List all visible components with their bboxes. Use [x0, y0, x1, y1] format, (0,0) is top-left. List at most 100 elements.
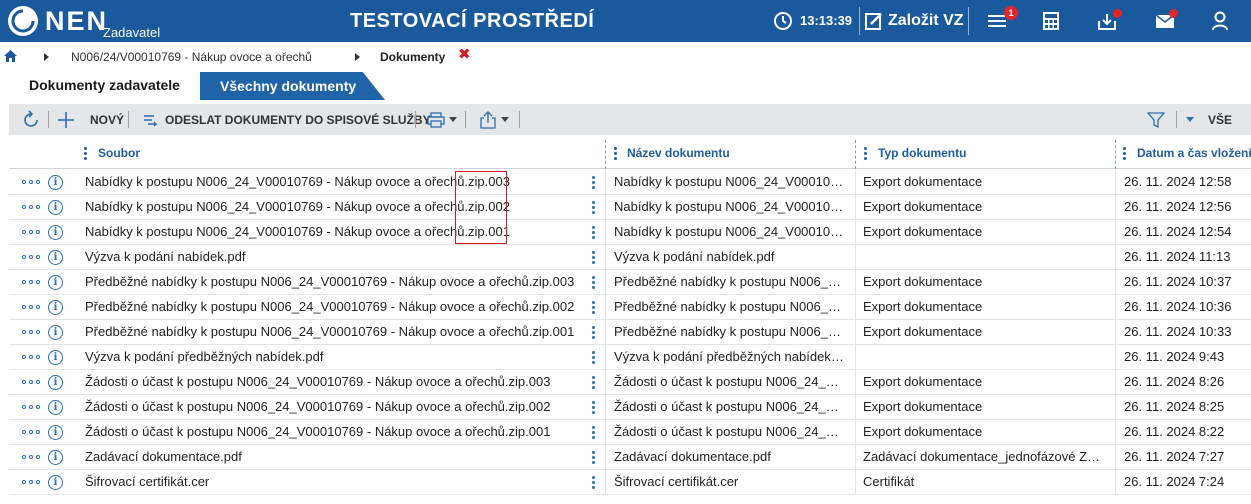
- info-icon[interactable]: i: [48, 275, 63, 290]
- column-header-nazev[interactable]: Název dokumentu: [627, 140, 852, 169]
- cell-file[interactable]: Výzva k podání nabídek.pdf: [85, 245, 585, 269]
- kebab-menu-icon[interactable]: [592, 226, 595, 239]
- tab-bar: Dokumenty zadavatele Všechny dokumenty: [0, 70, 1251, 100]
- info-icon[interactable]: i: [48, 475, 63, 490]
- row-actions-icon[interactable]: [22, 380, 40, 385]
- row-actions-icon[interactable]: [22, 330, 40, 335]
- row-actions-icon[interactable]: [22, 455, 40, 460]
- cell-file[interactable]: Šifrovací certifikát.cer: [85, 470, 585, 494]
- create-contract-button[interactable]: Založit VZ: [888, 0, 964, 42]
- cell-name: Žádosti o účast k postupu N006_24_V00010…: [614, 424, 846, 439]
- table-row[interactable]: i Předběžné nabídky k postupu N006_24_V00…: [9, 295, 1251, 320]
- kebab-menu-icon[interactable]: [592, 376, 595, 389]
- kebab-menu-icon[interactable]: [592, 276, 595, 289]
- export-menu-button[interactable]: [479, 104, 509, 135]
- row-actions-icon[interactable]: [22, 255, 40, 260]
- logo-text[interactable]: NEN: [45, 6, 108, 36]
- tab-vsechny-dokumenty[interactable]: Všechny dokumenty: [200, 72, 385, 100]
- info-icon[interactable]: i: [48, 325, 63, 340]
- cell-file[interactable]: Nabídky k postupu N006_24_V00010769 - Ná…: [85, 195, 585, 219]
- cell-file[interactable]: Výzva k podání předběžných nabídek.pdf: [85, 345, 585, 369]
- breadcrumb-link-contract[interactable]: N006/24/V00010769 - Nákup ovoce a ořechů: [71, 50, 312, 64]
- filter-value[interactable]: VŠE: [1208, 104, 1232, 135]
- user-icon[interactable]: [1211, 11, 1229, 36]
- cell-file[interactable]: Předběžné nabídky k postupu N006_24_V000…: [85, 320, 585, 344]
- info-icon[interactable]: i: [48, 375, 63, 390]
- kebab-menu-icon[interactable]: [592, 351, 595, 364]
- column-menu-icon[interactable]: [864, 147, 867, 161]
- info-icon[interactable]: i: [48, 250, 63, 265]
- info-icon[interactable]: i: [48, 225, 63, 240]
- close-icon[interactable]: ✖: [458, 47, 471, 62]
- plus-icon[interactable]: [57, 104, 75, 135]
- send-to-archive-button[interactable]: ODESLAT DOKUMENTY DO SPISOVÉ SLUŽBY: [165, 104, 431, 135]
- row-actions-icon[interactable]: [22, 180, 40, 185]
- row-actions-icon[interactable]: [22, 230, 40, 235]
- column-header-soubor[interactable]: Soubor: [98, 140, 598, 169]
- row-actions-icon[interactable]: [22, 480, 40, 485]
- row-actions-icon[interactable]: [22, 305, 40, 310]
- info-icon[interactable]: i: [48, 450, 63, 465]
- refresh-icon[interactable]: [21, 104, 41, 135]
- home-icon[interactable]: [4, 50, 17, 65]
- kebab-menu-icon[interactable]: [592, 326, 595, 339]
- info-icon[interactable]: i: [48, 350, 63, 365]
- kebab-menu-icon[interactable]: [592, 426, 595, 439]
- cell-file[interactable]: Nabídky k postupu N006_24_V00010769 - Ná…: [85, 170, 585, 194]
- filter-select[interactable]: [1186, 104, 1194, 135]
- column-menu-icon[interactable]: [84, 147, 87, 161]
- column-divider[interactable]: [605, 140, 606, 169]
- calculator-icon[interactable]: [1042, 11, 1060, 36]
- new-button[interactable]: NOVÝ: [90, 104, 124, 135]
- filter-icon[interactable]: [1147, 104, 1165, 135]
- table-row[interactable]: i Nabídky k postupu N006_24_V00010769 - N…: [9, 170, 1251, 195]
- row-actions-icon[interactable]: [22, 280, 40, 285]
- table-row[interactable]: i Šifrovací certifikát.cer Šifrovací certi…: [9, 470, 1251, 495]
- row-actions-icon[interactable]: [22, 355, 40, 360]
- table-row[interactable]: i Předběžné nabídky k postupu N006_24_V00…: [9, 320, 1251, 345]
- info-icon[interactable]: i: [48, 300, 63, 315]
- table-row[interactable]: i Žádosti o účast k postupu N006_24_V0001…: [9, 370, 1251, 395]
- row-actions-icon[interactable]: [22, 205, 40, 210]
- table-row[interactable]: i Nabídky k postupu N006_24_V00010769 - N…: [9, 220, 1251, 245]
- cell-file[interactable]: Zadávací dokumentace.pdf: [85, 445, 585, 469]
- info-icon[interactable]: i: [48, 400, 63, 415]
- logo-icon[interactable]: [8, 6, 38, 36]
- kebab-menu-icon[interactable]: [592, 176, 595, 189]
- row-actions-icon[interactable]: [22, 405, 40, 410]
- print-menu-button[interactable]: [427, 104, 457, 135]
- cell-file[interactable]: Předběžné nabídky k postupu N006_24_V000…: [85, 270, 585, 294]
- table-row[interactable]: i Výzva k podání předběžných nabídek.pdf V…: [9, 345, 1251, 370]
- column-divider[interactable]: [855, 140, 856, 169]
- table-row[interactable]: i Předběžné nabídky k postupu N006_24_V00…: [9, 270, 1251, 295]
- kebab-menu-icon[interactable]: [592, 201, 595, 214]
- column-menu-icon[interactable]: [614, 147, 617, 161]
- cell-file[interactable]: Nabídky k postupu N006_24_V00010769 - Ná…: [85, 220, 585, 244]
- table-row[interactable]: i Výzva k podání nabídek.pdf Výzva k podán…: [9, 245, 1251, 270]
- tab-dokumenty-zadavatele[interactable]: Dokumenty zadavatele: [13, 70, 196, 100]
- column-divider[interactable]: [1115, 140, 1116, 169]
- cell-file[interactable]: Žádosti o účast k postupu N006_24_V00010…: [85, 395, 585, 419]
- kebab-menu-icon[interactable]: [592, 251, 595, 264]
- notification-badge[interactable]: 1: [1004, 6, 1018, 20]
- kebab-menu-icon[interactable]: [592, 451, 595, 464]
- cell-file[interactable]: Žádosti o účast k postupu N006_24_V00010…: [85, 370, 585, 394]
- table-row[interactable]: i Žádosti o účast k postupu N006_24_V0001…: [9, 395, 1251, 420]
- row-actions-icon[interactable]: [22, 430, 40, 435]
- cell-file[interactable]: Žádosti o účast k postupu N006_24_V00010…: [85, 420, 585, 444]
- table-row[interactable]: i Žádosti o účast k postupu N006_24_V0001…: [9, 420, 1251, 445]
- cell-file[interactable]: Předběžné nabídky k postupu N006_24_V000…: [85, 295, 585, 319]
- info-icon[interactable]: i: [48, 175, 63, 190]
- kebab-menu-icon[interactable]: [592, 301, 595, 314]
- table-row[interactable]: i Zadávací dokumentace.pdf Zadávací dokume…: [9, 445, 1251, 470]
- edit-icon[interactable]: [864, 11, 884, 36]
- column-header-datum[interactable]: Datum a čas vložení: [1137, 140, 1251, 169]
- column-menu-icon[interactable]: [1123, 147, 1126, 161]
- info-icon[interactable]: i: [48, 425, 63, 440]
- table-row[interactable]: i Nabídky k postupu N006_24_V00010769 - N…: [9, 195, 1251, 220]
- info-icon[interactable]: i: [48, 200, 63, 215]
- column-header-typ[interactable]: Typ dokumentu: [878, 140, 1113, 169]
- send-icon[interactable]: [142, 104, 160, 135]
- kebab-menu-icon[interactable]: [592, 476, 595, 489]
- kebab-menu-icon[interactable]: [592, 401, 595, 414]
